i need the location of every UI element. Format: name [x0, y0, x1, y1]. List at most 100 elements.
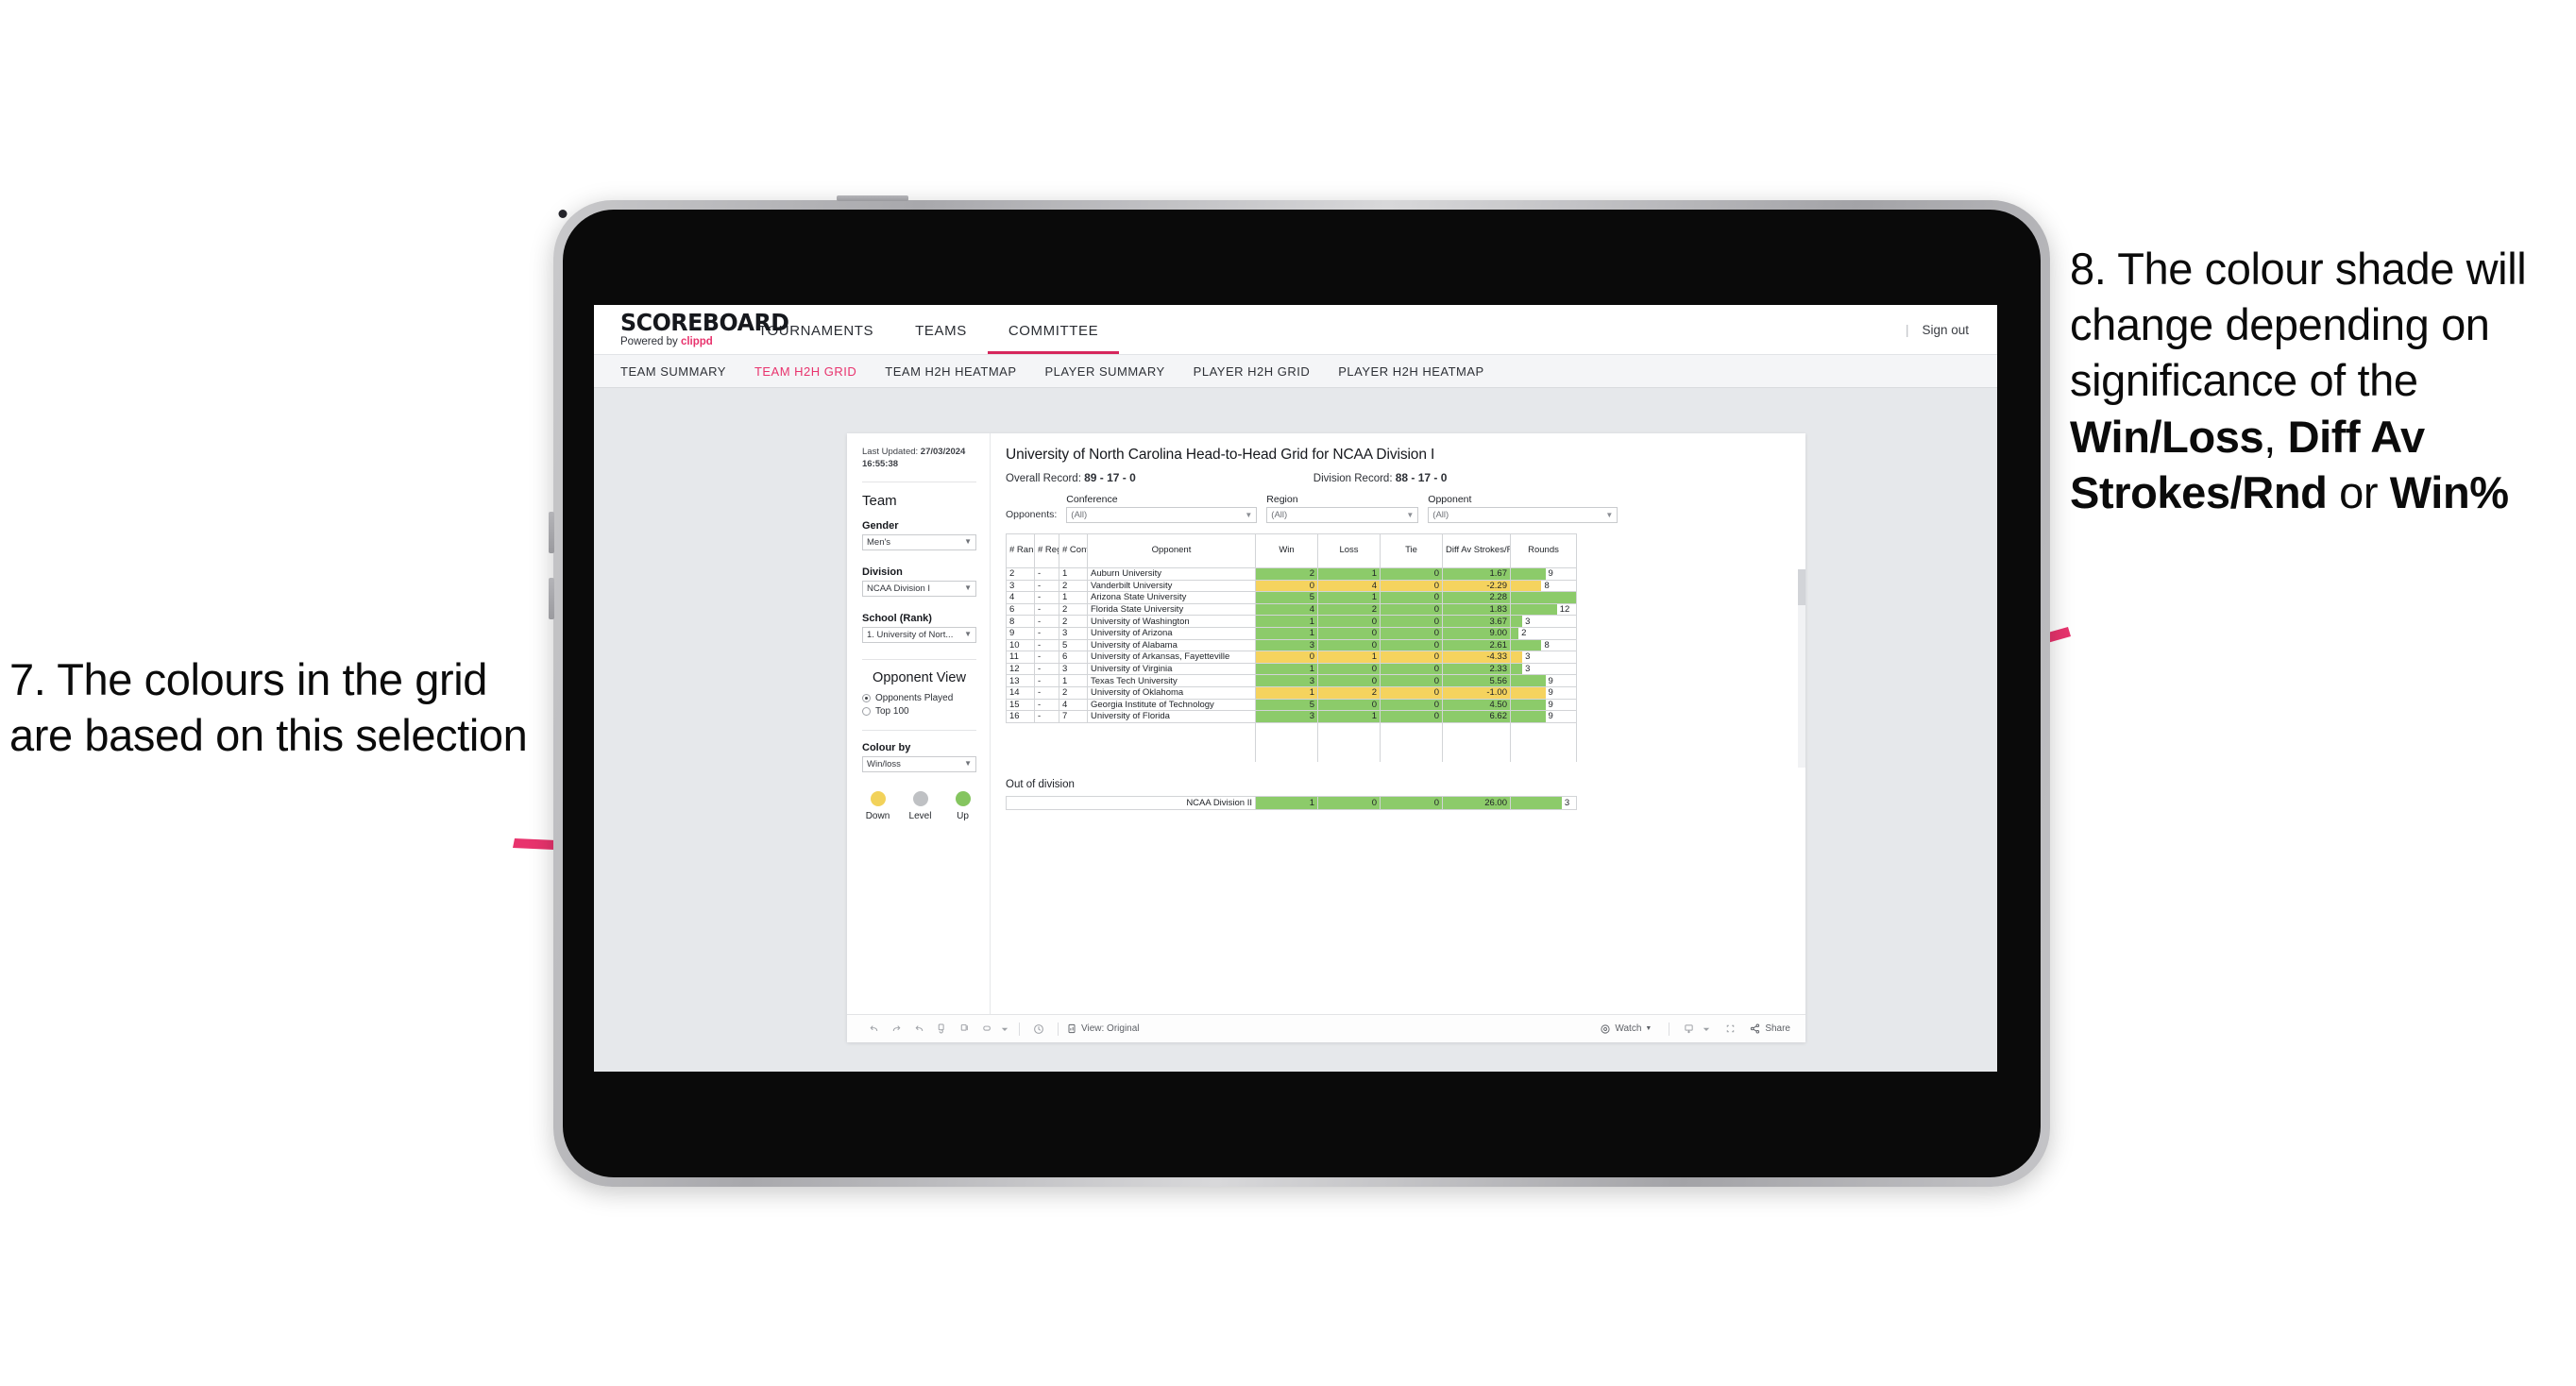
cell-reg: -	[1034, 685, 1059, 700]
grid-vertical-scrollbar[interactable]	[1798, 569, 1805, 768]
table-row[interactable]: 6-2 Florida State University 4 2 0 1.83 12	[1006, 602, 1577, 617]
table-row[interactable]: 14-2 University of Oklahoma 1 2 0 -1.00 9	[1006, 685, 1577, 700]
filter-opponent-select[interactable]: (All) ▼	[1428, 507, 1618, 523]
fullscreen-icon[interactable]	[1719, 1019, 1741, 1040]
subnav-player-h2h-heatmap[interactable]: PLAYER H2H HEATMAP	[1338, 364, 1483, 379]
col-reg[interactable]: # Reg	[1034, 533, 1059, 568]
nav-tab-teams[interactable]: TEAMS	[894, 311, 988, 354]
volume-down-button[interactable]	[549, 578, 554, 619]
table-row[interactable]: 3-2 Vanderbilt University 0 4 0 -2.29 8	[1006, 579, 1577, 593]
subnav-team-h2h-grid[interactable]: TEAM H2H GRID	[754, 364, 856, 379]
subnav-team-summary[interactable]: TEAM SUMMARY	[620, 364, 726, 379]
col-tie[interactable]: Tie	[1380, 533, 1443, 568]
watch-label: Watch	[1615, 1023, 1642, 1034]
cell-opponent: Vanderbilt University	[1087, 579, 1256, 593]
annotation-8-sep2: or	[2327, 466, 2390, 517]
division-select[interactable]: NCAA Division I ▼	[862, 580, 976, 597]
table-row[interactable]: 8-2 University of Washington 1 0 0 3.67 3	[1006, 615, 1577, 628]
undo-icon[interactable]	[862, 1019, 885, 1040]
view-original-button[interactable]: View: Original	[1066, 1023, 1140, 1035]
cell-diff: 3.67	[1442, 615, 1511, 628]
chevron-down-icon[interactable]	[998, 1019, 1011, 1040]
col-diff-av-strokes[interactable]: Diff Av Strokes/Rnd	[1442, 533, 1511, 568]
rounds-value: 9	[1548, 699, 1553, 710]
division-record-value: 88 - 17 - 0	[1395, 471, 1448, 484]
cell-conf: 2	[1059, 602, 1088, 617]
cell-loss: 0	[1317, 638, 1381, 652]
swap-icon[interactable]	[975, 1019, 998, 1040]
filter-region-select[interactable]: (All) ▼	[1266, 507, 1419, 523]
subnav-player-summary[interactable]: PLAYER SUMMARY	[1045, 364, 1165, 379]
rounds-bar	[1511, 664, 1523, 674]
volume-up-button[interactable]	[549, 512, 554, 553]
table-row[interactable]: 13-1 Texas Tech University 3 0 0 5.56 9	[1006, 674, 1577, 687]
gender-select[interactable]: Men's ▼	[862, 533, 976, 550]
school-rank-select[interactable]: 1. University of Nort... ▼	[862, 626, 976, 643]
records-row: Overall Record: 89 - 17 - 0 Division Rec…	[1006, 471, 1790, 484]
annotation-8: 8. The colour shade will change dependin…	[2070, 241, 2576, 520]
share-button[interactable]: Share	[1749, 1023, 1790, 1035]
table-row[interactable]: 16-7 University of Florida 3 1 0 6.62 9	[1006, 710, 1577, 723]
signout-link[interactable]: Sign out	[1922, 323, 1969, 337]
radio-top-100[interactable]: Top 100	[862, 706, 976, 717]
table-row[interactable]: 11-6 University of Arkansas, Fayetteville…	[1006, 651, 1577, 664]
top-navigation-bar: SCOREBOARD Powered by clippd TOURNAMENTS…	[594, 305, 1997, 354]
col-loss[interactable]: Loss	[1317, 533, 1381, 568]
table-row[interactable]: 2-1 Auburn University 2 1 0 1.67 9	[1006, 567, 1577, 581]
table-row[interactable]: 15-4 Georgia Institute of Technology 5 0 0 4.…	[1006, 698, 1577, 712]
legend-item-level: Level	[907, 790, 934, 821]
col-win[interactable]: Win	[1255, 533, 1318, 568]
radio-opponents-played[interactable]: Opponents Played	[862, 693, 976, 703]
cell-opponent: University of Florida	[1087, 710, 1256, 723]
redo-icon[interactable]	[885, 1019, 907, 1040]
cell-rank: 2	[1006, 567, 1035, 581]
cell-tie: 0	[1380, 615, 1443, 628]
subnav-player-h2h-grid[interactable]: PLAYER H2H GRID	[1194, 364, 1311, 379]
annotation-8-bold-winpct: Win%	[2389, 466, 2509, 517]
table-row[interactable]: 10-5 University of Alabama 3 0 0 2.61 8	[1006, 638, 1577, 652]
cell-win: 5	[1255, 591, 1318, 604]
chevron-down-icon[interactable]	[1700, 1019, 1713, 1040]
filter-conference-select[interactable]: (All) ▼	[1066, 507, 1258, 523]
power-button[interactable]	[837, 195, 908, 201]
subnav-team-h2h-heatmap[interactable]: TEAM H2H HEATMAP	[885, 364, 1016, 379]
view-original-label: View: Original	[1081, 1023, 1140, 1034]
col-rank[interactable]: # Rank	[1006, 533, 1035, 568]
revert-icon[interactable]	[907, 1019, 930, 1040]
col-rounds[interactable]: Rounds	[1510, 533, 1577, 568]
filter-conference: Conference (All) ▼	[1066, 494, 1258, 523]
annotation-8-bold-winloss: Win/Loss	[2070, 411, 2264, 462]
overall-record-label: Overall Record:	[1006, 473, 1085, 484]
pause-icon[interactable]	[953, 1019, 975, 1040]
table-row[interactable]: 9-3 University of Arizona 1 0 0 9.00 2	[1006, 626, 1577, 640]
cell-rank: 3	[1006, 579, 1035, 593]
cell-rank: 14	[1006, 685, 1035, 700]
device-icon[interactable]	[1677, 1019, 1700, 1040]
division-record: Division Record: 88 - 17 - 0	[1313, 471, 1448, 484]
cell-win: 3	[1255, 710, 1318, 723]
refresh-icon[interactable]	[930, 1019, 953, 1040]
cell-opponent: Auburn University	[1087, 567, 1256, 581]
rounds-bar	[1511, 592, 1576, 603]
cell-opponent: Georgia Institute of Technology	[1087, 698, 1256, 712]
signout-group: | Sign out	[1906, 305, 1997, 354]
watch-button[interactable]: Watch ▼	[1600, 1023, 1652, 1035]
filter-conference-value: (All)	[1071, 510, 1088, 520]
table-row[interactable]: 4-1Arizona State University5102.2817	[1006, 591, 1577, 604]
filter-region-value: (All)	[1271, 510, 1288, 520]
scrollbar-thumb[interactable]	[1798, 569, 1805, 605]
cell-tie: 0	[1380, 638, 1443, 652]
out-of-division-table: NCAA Division II 1 0 0 26.00 3	[1006, 796, 1577, 811]
cell-conf: 3	[1059, 626, 1088, 640]
chevron-down-icon: ▼	[964, 630, 972, 639]
nav-tab-committee[interactable]: COMMITTEE	[987, 311, 1120, 354]
clock-history-icon[interactable]	[1027, 1019, 1050, 1040]
app-logo[interactable]: SCOREBOARD Powered by clippd	[594, 305, 789, 354]
cell-rank: 8	[1006, 615, 1035, 628]
col-opponent[interactable]: Opponent	[1087, 533, 1256, 568]
col-conf[interactable]: # Conf	[1059, 533, 1088, 568]
cell-loss: 0	[1317, 674, 1381, 687]
colour-by-select[interactable]: Win/loss ▼	[862, 755, 976, 772]
rounds-value: 9	[1548, 675, 1553, 686]
table-row[interactable]: 12-3 University of Virginia 1 0 0 2.33 3	[1006, 662, 1577, 676]
